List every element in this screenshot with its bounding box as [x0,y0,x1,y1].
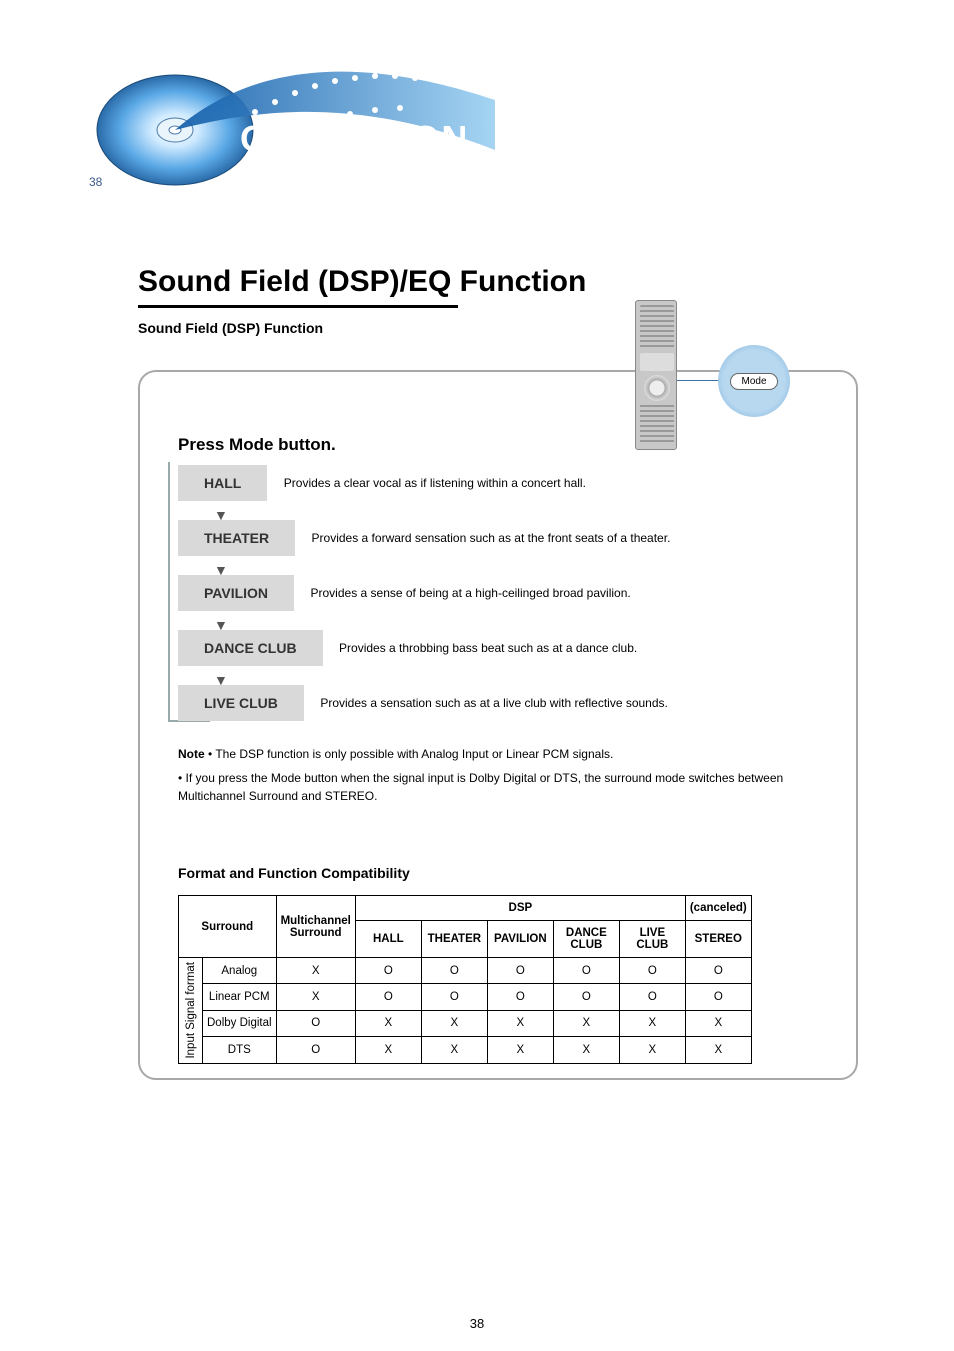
col-stereo: STEREO [685,921,751,958]
cell: O [685,958,751,984]
note-text: If you press the Mode button when the si… [178,771,783,803]
mode-desc: Provides a throbbing bass beat such as a… [339,640,637,657]
note-block: Note • The DSP function is only possible… [178,745,818,811]
mode-flow-line [168,462,170,722]
cell: X [276,984,355,1010]
cell: X [685,1037,751,1063]
row-name: DTS [203,1037,277,1063]
col-multichannel: Multichannel Surround [276,896,355,958]
cell: X [276,958,355,984]
mode-name: DANCE CLUB [178,630,323,666]
row-name: Linear PCM [203,984,277,1010]
compat-table: Surround Multichannel Surround DSP (canc… [178,895,752,1064]
mode-button-callout: Mode [718,345,790,417]
mode-button-pill: Mode [730,373,777,390]
section-underline [138,305,458,308]
table-row: Input Signal format Analog X O O O O O O [179,958,752,984]
mode-item-live-club: LIVE CLUB Provides a sensation such as a… [178,685,838,721]
cell: X [685,1010,751,1036]
cell: X [487,1010,553,1036]
page-number: 38 [470,1316,484,1331]
col-pavilion: PAVILION [487,921,553,958]
mode-callout-line [677,380,719,381]
cell: X [355,1037,421,1063]
cell: O [553,984,619,1010]
cell: O [553,958,619,984]
table-row: Linear PCM X O O O O O O [179,984,752,1010]
cell: O [619,984,685,1010]
col-surround: Surround [179,896,277,958]
note-lead: Note [178,747,205,761]
mode-desc: Provides a clear vocal as if listening w… [284,475,586,492]
press-title: Press Mode button. [178,435,838,455]
cell: O [487,958,553,984]
col-hall: HALL [355,921,421,958]
mode-name: LIVE CLUB [178,685,304,721]
cell: X [553,1010,619,1036]
cell: X [355,1010,421,1036]
row-name: Analog [203,958,277,984]
col-theater: THEATER [421,921,487,958]
cell: X [619,1010,685,1036]
mode-desc: Provides a forward sensation such as at … [312,530,671,547]
mode-name: HALL [178,465,267,501]
section-intro: Sound Field (DSP) Function [138,320,323,336]
cell: X [553,1037,619,1063]
cell: X [487,1037,553,1063]
mode-desc: Provides a sense of being at a high-ceil… [311,585,631,602]
compat-title: Format and Function Compatibility [178,865,410,881]
cell: O [276,1037,355,1063]
cell: O [355,958,421,984]
section-title: Sound Field (DSP)/EQ Function [138,265,586,299]
cell: O [619,958,685,984]
header-title: OPERATION [240,118,469,160]
col-live-club: LIVE CLUB [619,921,685,958]
mode-desc: Provides a sensation such as at a live c… [320,695,668,712]
row-name: Dolby Digital [203,1010,277,1036]
press-title-block: Press Mode button. [178,435,838,463]
table-row: Dolby Digital O X X X X X X [179,1010,752,1036]
row-group: Input Signal format [179,958,203,1064]
cell: X [421,1010,487,1036]
cell: O [276,1010,355,1036]
table-row: DTS O X X X X X X [179,1037,752,1063]
cell: O [487,984,553,1010]
mode-name: THEATER [178,520,295,556]
col-dance-club: DANCE CLUB [553,921,619,958]
note-text: The DSP function is only possible with A… [215,747,613,761]
col-canceled: (canceled) [685,896,751,921]
cell: O [421,984,487,1010]
cell: X [619,1037,685,1063]
col-dsp: DSP [355,896,685,921]
remote-control-icon [635,300,677,450]
mode-name: PAVILION [178,575,294,611]
cell: O [355,984,421,1010]
header-subtitle: SOUND FIELD (DSP)/EQ FUNCTION [242,165,491,180]
cell: O [421,958,487,984]
header-page-tab: 38 [89,175,102,189]
cell: X [421,1037,487,1063]
cell: O [685,984,751,1010]
